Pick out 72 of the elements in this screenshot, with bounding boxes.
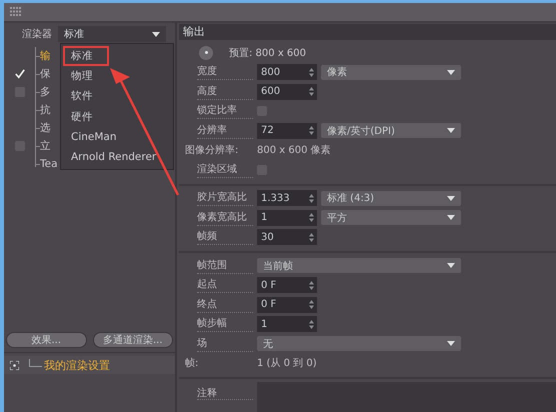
grip-icon bbox=[10, 7, 22, 17]
number-field[interactable]: 0 F bbox=[257, 277, 317, 294]
field-label: 宽度 bbox=[197, 64, 253, 80]
menu-item[interactable]: CineMan bbox=[63, 126, 133, 147]
field-label: 起点 bbox=[197, 277, 253, 294]
menu-item[interactable]: 物理 bbox=[63, 66, 109, 86]
unit-dropdown[interactable]: 像素 bbox=[321, 64, 461, 80]
settings-item[interactable]: Tea bbox=[40, 158, 58, 170]
focus-icon bbox=[10, 360, 19, 370]
settings-item[interactable]: 多 bbox=[40, 85, 51, 99]
info-label: 帧: bbox=[185, 356, 200, 371]
menu-item[interactable]: Arnold Renderer bbox=[63, 146, 172, 168]
number-field[interactable]: 800 bbox=[257, 64, 317, 80]
field-label: 高度 bbox=[197, 84, 253, 100]
number-field[interactable]: 30 bbox=[257, 229, 317, 246]
field-label: 终点 bbox=[197, 296, 253, 313]
renderer-dropdown[interactable]: 标准 bbox=[58, 26, 166, 42]
field-label: 帧频 bbox=[197, 229, 253, 246]
unit-dropdown[interactable]: 平方 bbox=[321, 210, 461, 226]
spinner-icon[interactable] bbox=[309, 232, 314, 242]
settings-item[interactable]: 立 bbox=[40, 139, 51, 153]
notes-label: 注释 bbox=[197, 386, 253, 400]
menu-item[interactable]: 标准 bbox=[63, 46, 109, 66]
field-label: 胶片宽高比 bbox=[197, 190, 253, 206]
caret-icon bbox=[447, 341, 455, 346]
info-label: 图像分辨率: bbox=[185, 144, 240, 158]
number-field[interactable]: 1 bbox=[257, 210, 317, 226]
select-dropdown[interactable]: 无 bbox=[257, 336, 461, 352]
spinner-icon[interactable] bbox=[309, 320, 314, 329]
spinner-icon[interactable] bbox=[309, 87, 314, 96]
spinner-icon[interactable] bbox=[309, 126, 314, 136]
field-label: 分辨率 bbox=[197, 122, 253, 139]
spinner-icon[interactable] bbox=[309, 194, 314, 203]
spinner-icon[interactable] bbox=[309, 213, 314, 222]
preset-button[interactable] bbox=[199, 46, 213, 60]
number-field[interactable]: 1.333 bbox=[257, 190, 317, 206]
info-value: 1 (从 0 到 0) bbox=[257, 356, 317, 370]
section-header: 输出 bbox=[179, 24, 556, 40]
unit-dropdown[interactable]: 标准 (4:3) bbox=[321, 190, 461, 206]
spinner-icon[interactable] bbox=[309, 280, 314, 290]
menu-item[interactable]: 软件 bbox=[63, 86, 109, 107]
field-label: 锁定比率 bbox=[197, 103, 253, 120]
info-value: 800 x 600 像素 bbox=[257, 144, 331, 158]
field-label: 帧范围 bbox=[197, 258, 253, 274]
caret-icon bbox=[447, 263, 455, 268]
unit-dropdown[interactable]: 像素/英寸(DPI) bbox=[321, 123, 461, 138]
number-field[interactable]: 72 bbox=[257, 122, 317, 139]
select-dropdown[interactable]: 当前帧 bbox=[257, 258, 461, 274]
field-label: 帧步幅 bbox=[197, 316, 253, 332]
caret-icon bbox=[447, 70, 455, 75]
number-field[interactable]: 600 bbox=[257, 84, 317, 100]
field-label: 渲染区域 bbox=[197, 162, 253, 178]
caret-icon bbox=[447, 128, 455, 134]
menu-item[interactable]: 硬件 bbox=[63, 106, 109, 127]
number-field[interactable]: 0 F bbox=[257, 296, 317, 313]
field-label: 像素宽高比 bbox=[197, 210, 253, 226]
preset-text: 预置: 800 x 600 bbox=[229, 46, 306, 60]
field-label: 场 bbox=[197, 336, 253, 352]
settings-item[interactable]: 抗 bbox=[40, 103, 51, 117]
number-field[interactable]: 1 bbox=[257, 316, 317, 332]
caret-icon bbox=[447, 196, 455, 201]
spinner-icon[interactable] bbox=[309, 300, 314, 310]
caret-icon bbox=[152, 32, 160, 36]
checkbox[interactable] bbox=[15, 69, 25, 79]
panel-button[interactable]: 效果... bbox=[6, 332, 86, 348]
panel-button[interactable]: 多通道渲染... bbox=[92, 332, 173, 348]
renderer-label: 渲染器 bbox=[22, 28, 52, 41]
settings-item[interactable]: 输 bbox=[40, 49, 51, 63]
settings-item[interactable]: 选 bbox=[40, 121, 51, 135]
caret-icon bbox=[447, 215, 455, 220]
spinner-icon[interactable] bbox=[309, 68, 314, 77]
settings-item[interactable]: 保 bbox=[40, 67, 51, 81]
